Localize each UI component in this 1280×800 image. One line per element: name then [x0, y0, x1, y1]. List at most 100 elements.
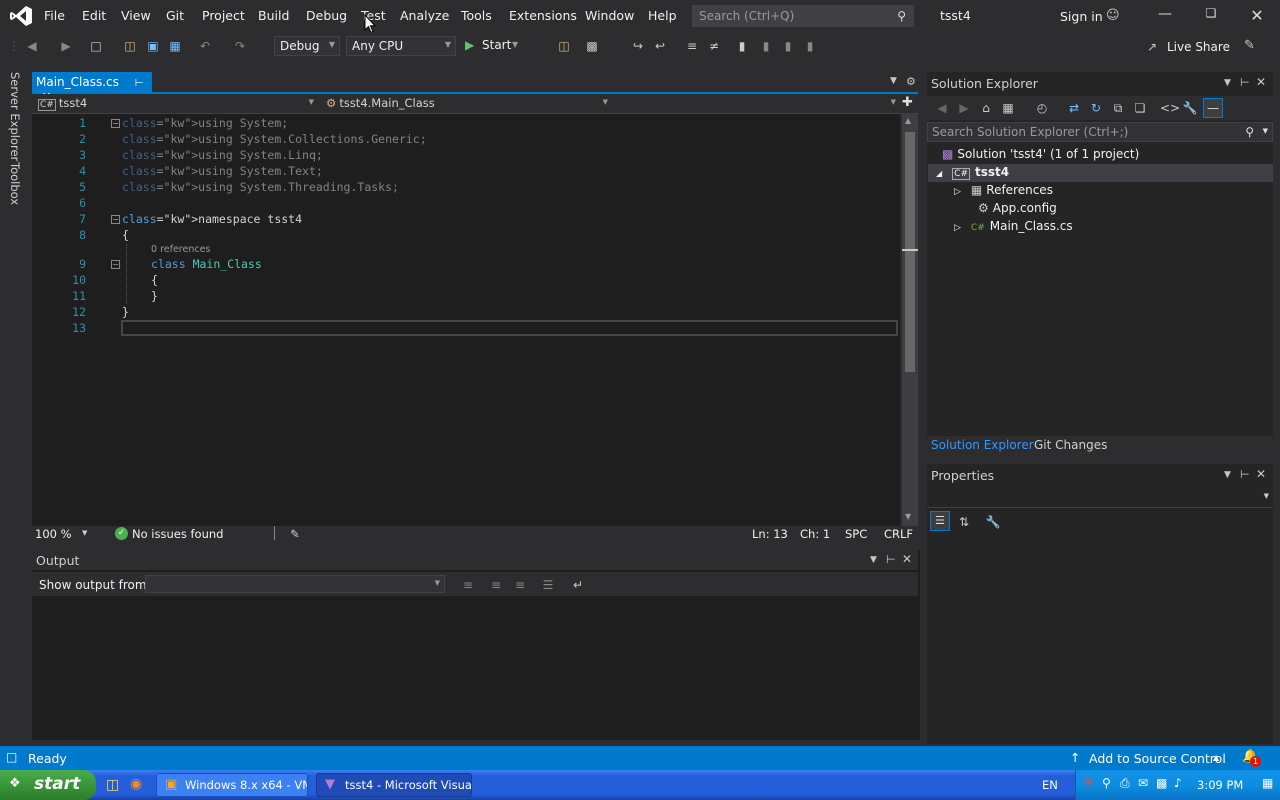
printer-icon[interactable]: ⎙: [1120, 776, 1130, 791]
save-all-icon[interactable]: ▦: [167, 38, 183, 54]
start-button[interactable]: ❖ start: [0, 770, 96, 800]
show-all-files-icon[interactable]: ❏: [1132, 100, 1148, 116]
next-bookmark-icon[interactable]: ▮: [780, 38, 796, 54]
comment-lines-icon[interactable]: ≡: [684, 38, 700, 54]
tree-item-app-config[interactable]: ⚙ App.config: [978, 201, 1057, 215]
settings-gear-icon[interactable]: ⚙: [906, 75, 916, 88]
minimize-button[interactable]: —: [1150, 6, 1180, 26]
refresh-icon[interactable]: ↻: [1088, 100, 1104, 116]
expanded-arrow-icon[interactable]: ◢: [936, 169, 942, 178]
new-project-icon[interactable]: □: [88, 38, 104, 54]
home-icon[interactable]: ⌂: [978, 100, 994, 116]
volume-icon[interactable]: ♪: [1174, 776, 1182, 790]
menu-analyze[interactable]: Analyze: [400, 8, 449, 26]
next-message-icon[interactable]: ≡: [512, 577, 528, 593]
line-ending[interactable]: CRLF: [884, 527, 913, 541]
start-play-icon[interactable]: ▶: [465, 38, 474, 52]
account-icon[interactable]: ☺: [1106, 8, 1120, 23]
menu-edit[interactable]: Edit: [82, 8, 106, 26]
window-position-dropdown-icon[interactable]: ▼: [1224, 470, 1231, 480]
whitespace-mode[interactable]: SPC: [845, 527, 867, 541]
start-button[interactable]: Start: [482, 38, 511, 52]
network-icon[interactable]: ▩: [1156, 776, 1167, 790]
forward-icon[interactable]: ▶: [956, 100, 972, 116]
collapse-usings-icon[interactable]: −: [111, 119, 120, 128]
close-pane-icon[interactable]: ✕: [902, 552, 912, 566]
collapsed-arrow-icon[interactable]: ▷: [954, 187, 961, 197]
uncomment-lines-icon[interactable]: ≠: [706, 38, 722, 54]
chat-icon[interactable]: ✉: [1138, 776, 1148, 790]
visual-studio-logo-icon[interactable]: [9, 5, 33, 27]
collapsed-arrow-icon[interactable]: ▷: [954, 223, 961, 233]
security-shield-icon[interactable]: ⛨: [1084, 776, 1093, 791]
search-box[interactable]: Search (Ctrl+Q) ⚲: [692, 5, 914, 27]
screenshot-icon[interactable]: ▩: [584, 38, 600, 54]
sign-in-link[interactable]: Sign in: [1060, 9, 1103, 24]
feedback-icon[interactable]: ✎: [1244, 38, 1255, 53]
close-button[interactable]: ✕: [1242, 6, 1272, 26]
menu-file[interactable]: File: [44, 8, 65, 26]
alphabetical-icon[interactable]: ⇅: [956, 514, 972, 530]
scrollbar-thumb[interactable]: [905, 132, 915, 372]
explorer-quicklaunch-icon[interactable]: ◫: [106, 777, 119, 793]
action-center-icon[interactable]: ▦: [1262, 776, 1273, 790]
menu-view[interactable]: View: [121, 8, 151, 26]
prev-message-icon[interactable]: ≡: [488, 577, 504, 593]
step-into-icon[interactable]: ↪: [630, 38, 646, 54]
pin-icon[interactable]: ⊢: [1240, 468, 1250, 481]
properties-wrench-icon[interactable]: 🔧: [1182, 100, 1198, 116]
menu-project[interactable]: Project: [202, 8, 245, 26]
search-tray-icon[interactable]: ⚲: [1102, 776, 1111, 790]
output-source-select[interactable]: ▼: [145, 575, 445, 593]
clock[interactable]: 3:09 PM: [1197, 778, 1243, 792]
toolbox-tab[interactable]: Toolbox: [8, 162, 22, 205]
pending-changes-filter-icon[interactable]: ◴: [1034, 100, 1050, 116]
tree-project[interactable]: ◢ C# tsst4: [936, 165, 1009, 180]
clear-all-icon[interactable]: ☰: [540, 577, 556, 593]
scroll-down-icon[interactable]: ▼: [905, 512, 911, 521]
collapse-all-icon[interactable]: ⧉: [1110, 100, 1126, 116]
zoom-level[interactable]: 100 %: [35, 527, 72, 541]
sync-icon[interactable]: ⇄: [1066, 100, 1082, 116]
add-to-source-control-button[interactable]: Add to Source Control: [1089, 751, 1226, 766]
prev-bookmark-icon[interactable]: ▮: [758, 38, 774, 54]
menu-window[interactable]: Window: [585, 8, 634, 26]
start-dropdown-icon[interactable]: ▼: [512, 40, 518, 49]
issues-status[interactable]: No issues found: [132, 527, 223, 541]
window-position-dropdown-icon[interactable]: ▼: [870, 555, 877, 565]
clear-bookmarks-icon[interactable]: ▮: [802, 38, 818, 54]
close-pane-icon[interactable]: ✕: [1256, 75, 1266, 89]
pin-icon[interactable]: ⊢: [1240, 76, 1250, 89]
tree-solution[interactable]: ▩ Solution 'tsst4' (1 of 1 project): [942, 147, 1139, 161]
collapse-namespace-icon[interactable]: −: [111, 215, 120, 224]
preview-selected-icon[interactable]: —: [1203, 98, 1223, 118]
menu-extensions[interactable]: Extensions: [509, 8, 577, 26]
bookmark-icon[interactable]: ▮: [734, 38, 750, 54]
tab-list-dropdown-icon[interactable]: ▼: [890, 76, 897, 86]
window-position-dropdown-icon[interactable]: ▼: [1224, 78, 1231, 88]
brush-icon[interactable]: ✎: [290, 527, 300, 541]
menu-tools[interactable]: Tools: [461, 8, 492, 26]
find-message-icon[interactable]: ≡: [460, 577, 476, 593]
firefox-quicklaunch-icon[interactable]: ◉: [130, 776, 142, 792]
live-share-icon[interactable]: ↗: [1147, 40, 1157, 54]
server-explorer-tab[interactable]: Server Explorer: [8, 72, 22, 161]
redo-icon[interactable]: ↷: [232, 38, 248, 54]
view-code-icon[interactable]: <>: [1160, 100, 1180, 116]
pin-icon[interactable]: ⊢: [135, 78, 144, 89]
word-wrap-icon[interactable]: ↵: [570, 577, 586, 593]
menu-help[interactable]: Help: [648, 8, 677, 26]
tree-item-main-class[interactable]: ▷ C# Main_Class.cs: [954, 219, 1073, 233]
chevron-down-icon[interactable]: ▼: [82, 529, 87, 537]
tab-main-class[interactable]: Main_Class.cs ⊢ ✕: [32, 72, 152, 103]
collapse-class-icon[interactable]: −: [111, 260, 120, 269]
split-window-icon[interactable]: ✚: [902, 95, 913, 110]
properties-object-select[interactable]: ▼: [927, 486, 1273, 508]
codelens-references[interactable]: 0 references: [151, 244, 210, 255]
step-over-icon[interactable]: ↩: [652, 38, 668, 54]
restore-button[interactable]: ❏: [1196, 6, 1226, 26]
taskbar-item-vm[interactable]: ▣ Windows 8.x x64 - VM...: [156, 773, 308, 797]
live-share-button[interactable]: Live Share: [1167, 40, 1230, 54]
project-nav-select[interactable]: C# tsst4 ▼: [34, 95, 318, 113]
tab-git-changes[interactable]: Git Changes: [1034, 438, 1107, 452]
